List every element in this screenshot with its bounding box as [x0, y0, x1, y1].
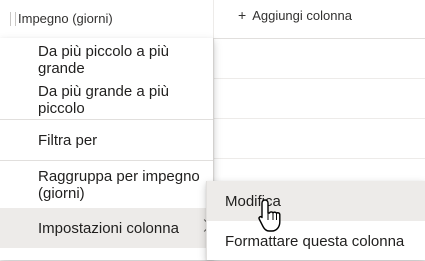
- row-divider: [214, 78, 425, 79]
- submenu-item-format-column[interactable]: Formattare questa colonna: [207, 221, 425, 261]
- row-divider: [214, 118, 425, 119]
- add-column-label: Aggiungi colonna: [252, 7, 352, 23]
- list-header-bar: Impegno (giorni) + Aggiungi colonna: [0, 0, 425, 39]
- menu-item-group-by[interactable]: Raggruppa per impegno (giorni): [0, 165, 213, 205]
- plus-icon: +: [238, 7, 247, 23]
- hand-pointer-cursor-icon: [258, 199, 281, 232]
- column-drag-handle-icon[interactable]: [10, 12, 16, 26]
- submenu-item-label: Formattare questa colonna: [225, 232, 405, 250]
- submenu-item-edit[interactable]: Modifica: [207, 181, 425, 221]
- column-header-impegno[interactable]: Impegno (giorni): [0, 0, 213, 38]
- column-separator: [213, 0, 214, 38]
- menu-item-label: Da più piccolo a più grande: [38, 43, 169, 77]
- menu-item-label: Raggruppa per impegno (giorni): [38, 168, 200, 202]
- menu-item-column-settings[interactable]: Impostazioni colonna: [0, 208, 213, 248]
- menu-item-label: Filtra per: [38, 131, 98, 149]
- menu-item-sort-descending[interactable]: Da più grande a più piccolo: [0, 80, 213, 120]
- menu-item-sort-ascending[interactable]: Da più piccolo a più grande: [0, 40, 213, 80]
- column-context-menu: Da più piccolo a più grande Da più grand…: [0, 38, 214, 260]
- menu-divider: [0, 160, 213, 161]
- menu-item-label: Da più grande a più piccolo: [38, 83, 169, 117]
- menu-item-filter-by[interactable]: Filtra per: [0, 120, 213, 160]
- column-header-label: Impegno (giorni): [18, 11, 113, 26]
- add-column-button[interactable]: + Aggiungi colonna: [238, 7, 352, 23]
- column-settings-submenu: Modifica Formattare questa colonna: [206, 181, 425, 260]
- menu-item-label: Impostazioni colonna: [38, 219, 179, 237]
- row-divider: [214, 158, 425, 159]
